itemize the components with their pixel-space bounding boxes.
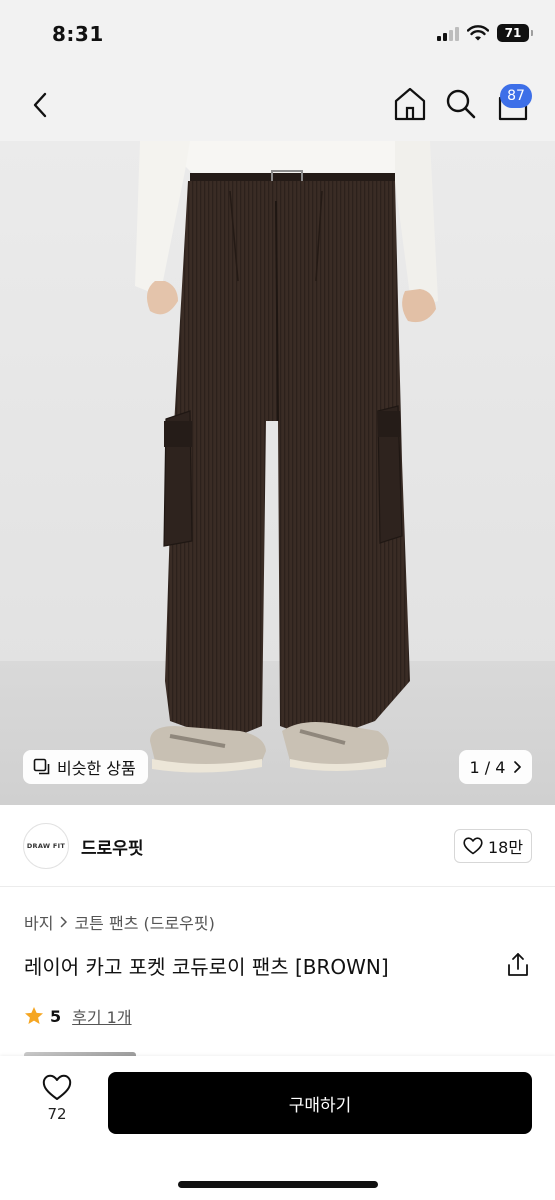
similar-products-button[interactable]: 비슷한 상품: [23, 750, 148, 784]
copy-icon: [33, 758, 50, 775]
status-bar: 8:31 71: [0, 0, 555, 68]
similar-products-label: 비슷한 상품: [57, 759, 136, 778]
wishlist-button[interactable]: 72: [34, 1074, 80, 1134]
chevron-right-icon: [514, 761, 522, 773]
status-time: 8:31: [52, 22, 104, 46]
breadcrumb-subcategory[interactable]: 코튼 팬츠 (드로우핏): [74, 910, 214, 934]
brand-like-button[interactable]: 18만: [454, 829, 532, 863]
brand-name[interactable]: 드로우핏: [81, 834, 144, 859]
home-icon[interactable]: [393, 86, 427, 122]
share-icon[interactable]: [505, 951, 531, 979]
battery-level: 71: [504, 26, 522, 40]
brand-like-count: 18만: [487, 838, 524, 857]
product-photo: [0, 141, 555, 805]
status-icons: 71: [437, 24, 533, 42]
bottom-action-bar: 72 구매하기: [0, 1056, 555, 1200]
heart-outline-icon: [463, 837, 483, 855]
chevron-right-icon: [61, 916, 68, 928]
back-button[interactable]: [24, 88, 58, 122]
image-pager[interactable]: 1 / 4: [459, 750, 532, 784]
cart-count-badge: 87: [500, 84, 532, 108]
wishlist-count: 72: [47, 1105, 67, 1123]
product-title: 레이어 카고 포켓 코듀로이 팬츠 [BROWN]: [24, 955, 389, 979]
home-indicator: [178, 1181, 378, 1188]
star-icon: [25, 1007, 43, 1024]
search-icon[interactable]: [445, 87, 477, 121]
breadcrumb: 바지 코튼 팬츠 (드로우핏): [24, 910, 215, 934]
breadcrumb-category[interactable]: 바지: [24, 910, 53, 934]
rating-row: 5 후기 1개: [24, 1004, 132, 1028]
chevron-left-icon: [33, 92, 47, 118]
nav-bar: [0, 68, 555, 141]
rating-score: 5: [50, 1006, 62, 1026]
brand-row: DRAW FIT 드로우핏 18만: [0, 805, 555, 887]
product-image[interactable]: [0, 141, 555, 805]
cellular-signal-icon: [437, 25, 459, 41]
battery-icon: 71: [497, 24, 533, 42]
buy-button[interactable]: 구매하기: [108, 1072, 532, 1134]
wifi-icon: [467, 25, 489, 41]
pager-count: 1 / 4: [469, 757, 506, 777]
reviews-link[interactable]: 후기 1개: [72, 1004, 131, 1028]
brand-logo[interactable]: DRAW FIT: [23, 823, 69, 869]
heart-outline-icon: [42, 1074, 72, 1100]
